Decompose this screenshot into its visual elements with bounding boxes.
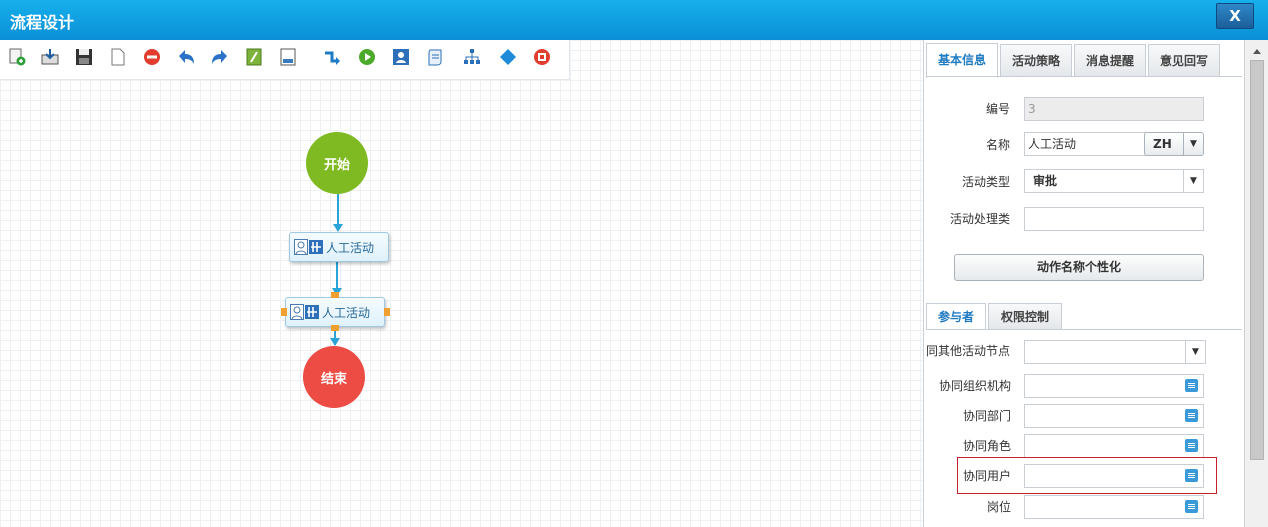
list-icon[interactable] bbox=[1185, 500, 1198, 513]
window-title: 流程设计 bbox=[10, 13, 75, 32]
activity-type-value: 审批 bbox=[1033, 174, 1058, 188]
tab-activity-strategy[interactable]: 活动策略 bbox=[1000, 44, 1072, 77]
start-node[interactable]: 开始 bbox=[306, 132, 368, 194]
highlight-box bbox=[957, 457, 1217, 494]
close-button[interactable]: X bbox=[1216, 3, 1254, 29]
designer-toolbar bbox=[0, 40, 570, 80]
resize-handle-top[interactable] bbox=[331, 292, 339, 298]
chevron-down-icon: ▼ bbox=[1183, 170, 1203, 192]
manual-activity-node-icon bbox=[290, 304, 319, 320]
scrollbar-thumb[interactable] bbox=[1250, 60, 1264, 460]
language-select[interactable]: ZH ▼ bbox=[1144, 132, 1204, 156]
end-node-icon[interactable] bbox=[533, 48, 551, 66]
tab-permission-control[interactable]: 权限控制 bbox=[988, 303, 1062, 329]
manual-activity-node-2[interactable]: 人工活动 bbox=[285, 297, 385, 327]
redo-icon[interactable] bbox=[211, 48, 229, 66]
scroll-up-icon[interactable] bbox=[1249, 44, 1265, 58]
script-icon[interactable] bbox=[245, 48, 263, 66]
flow-connectors bbox=[330, 194, 343, 346]
dept-field[interactable] bbox=[1024, 404, 1204, 428]
window-title-bar: 流程设计 X bbox=[0, 0, 1268, 40]
resize-handle-left[interactable] bbox=[281, 308, 287, 316]
undo-icon[interactable] bbox=[177, 48, 195, 66]
org-field[interactable] bbox=[1024, 374, 1204, 398]
id-label: 编号 bbox=[985, 102, 1010, 116]
chevron-down-icon: ▼ bbox=[1183, 133, 1203, 155]
language-value: ZH bbox=[1153, 137, 1172, 151]
post-label: 岗位 bbox=[986, 500, 1011, 514]
subtab-divider bbox=[926, 329, 1242, 330]
list-icon[interactable] bbox=[1185, 439, 1198, 452]
delete-icon[interactable] bbox=[143, 48, 161, 66]
tab-participants[interactable]: 参与者 bbox=[926, 303, 986, 329]
flow-canvas[interactable]: 开始 人工活动 人工活动 结束 bbox=[0, 40, 924, 527]
tab-opinion-writeback[interactable]: 意见回写 bbox=[1148, 44, 1220, 77]
same-node-select[interactable]: ▼ bbox=[1024, 340, 1206, 364]
new-icon[interactable] bbox=[8, 48, 26, 66]
export-xml-icon[interactable] bbox=[279, 48, 297, 66]
dept-label: 协同部门 bbox=[962, 409, 1011, 423]
name-field[interactable]: 人工活动 bbox=[1024, 132, 1146, 156]
task-label: 人工活动 bbox=[322, 305, 371, 320]
activity-type-select[interactable]: 审批 ▼ bbox=[1024, 169, 1204, 193]
save-icon[interactable] bbox=[75, 48, 93, 66]
org-label: 协同组织机构 bbox=[938, 379, 1011, 393]
chevron-down-icon: ▼ bbox=[1185, 341, 1205, 363]
list-icon[interactable] bbox=[1185, 409, 1198, 422]
resize-handle-right[interactable] bbox=[384, 308, 390, 316]
start-node-icon[interactable] bbox=[358, 48, 376, 66]
transition-icon[interactable] bbox=[323, 48, 341, 66]
list-icon[interactable] bbox=[1185, 379, 1198, 392]
panel-scrollbar[interactable] bbox=[1244, 40, 1268, 527]
handler-class-field[interactable] bbox=[1024, 207, 1204, 231]
blank-page-icon[interactable] bbox=[109, 48, 127, 66]
import-icon[interactable] bbox=[41, 48, 59, 66]
id-field: 3 bbox=[1024, 97, 1204, 121]
task-label: 人工活动 bbox=[326, 240, 375, 255]
tab-message-reminder[interactable]: 消息提醒 bbox=[1074, 44, 1146, 77]
action-name-custom-button[interactable]: 动作名称个性化 bbox=[954, 254, 1204, 281]
activity-type-label: 活动类型 bbox=[961, 175, 1010, 189]
same-node-label: 同其他活动节点 bbox=[926, 344, 1011, 358]
role-label: 协同角色 bbox=[962, 439, 1011, 453]
org-tree-icon[interactable] bbox=[463, 48, 481, 66]
tab-basic-info[interactable]: 基本信息 bbox=[926, 43, 998, 78]
manual-activity-icon[interactable] bbox=[392, 48, 410, 66]
subprocess-icon[interactable] bbox=[426, 48, 444, 66]
handler-class-label: 活动处理类 bbox=[949, 212, 1010, 226]
manual-activity-node-icon bbox=[294, 239, 323, 255]
manual-activity-node-1[interactable]: 人工活动 bbox=[289, 232, 389, 262]
end-node[interactable]: 结束 bbox=[303, 346, 365, 408]
tab-divider bbox=[926, 76, 1242, 77]
post-field[interactable] bbox=[1024, 495, 1204, 519]
decision-icon[interactable] bbox=[499, 48, 517, 66]
role-field[interactable] bbox=[1024, 434, 1204, 458]
resize-handle-bottom[interactable] bbox=[331, 325, 339, 331]
name-label: 名称 bbox=[985, 138, 1010, 152]
